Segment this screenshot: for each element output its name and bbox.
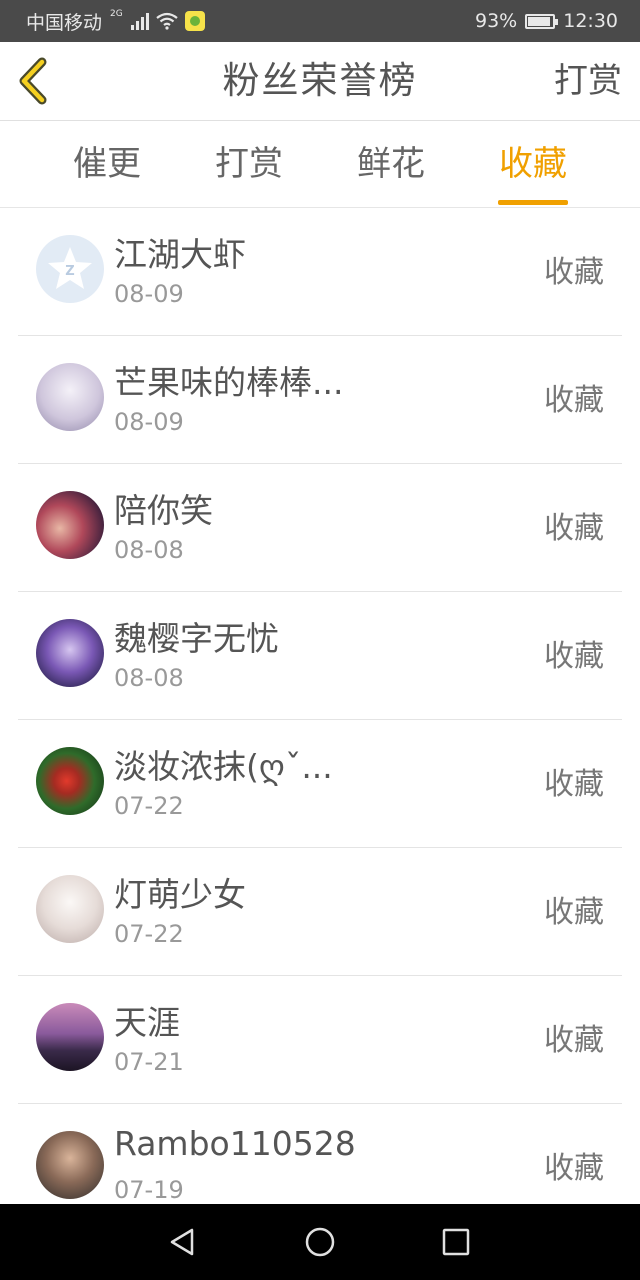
reward-button[interactable]: 打赏 xyxy=(554,42,622,120)
fan-action: 收藏 xyxy=(544,383,604,418)
circle-home-icon[interactable] xyxy=(304,1226,336,1258)
tab-label: 催更 xyxy=(73,144,141,184)
fan-date: 07-22 xyxy=(114,920,184,948)
wifi-icon xyxy=(156,12,178,30)
fan-name: 江湖大虾 xyxy=(114,235,246,274)
list-item[interactable]: Z 江湖大虾 08-09 收藏 xyxy=(0,208,640,336)
qzone-star-icon: Z xyxy=(48,247,92,289)
tab-bar: 催更 打赏 鲜花 收藏 xyxy=(0,121,640,208)
fan-action: 收藏 xyxy=(544,255,604,290)
fan-list: Z 江湖大虾 08-09 收藏 芒果味的棒棒... 08-09 收藏 陪你笑 0… xyxy=(0,208,640,1232)
clock: 12:30 xyxy=(563,10,618,32)
list-item[interactable]: 魏樱字无忧 08-08 收藏 xyxy=(0,592,640,720)
notification-app-icon xyxy=(184,11,205,31)
fan-action: 收藏 xyxy=(544,511,604,546)
avatar: Z xyxy=(36,235,104,303)
fan-date: 08-09 xyxy=(114,280,184,308)
signal-icon xyxy=(130,12,149,30)
triangle-back-icon[interactable] xyxy=(166,1226,198,1258)
battery-level xyxy=(528,16,551,26)
fan-action: 收藏 xyxy=(544,767,604,802)
fan-action: 收藏 xyxy=(544,639,604,674)
fan-name: 芒果味的棒棒... xyxy=(114,363,344,402)
fan-name: 陪你笑 xyxy=(114,491,213,530)
fan-date: 07-19 xyxy=(114,1176,184,1204)
fan-name: 灯萌少女 xyxy=(114,875,246,914)
system-nav-bar xyxy=(0,1204,640,1280)
fan-name: 魏樱字无忧 xyxy=(114,619,279,658)
list-item[interactable]: 灯萌少女 07-22 收藏 xyxy=(0,848,640,976)
app-header: 粉丝荣誉榜 打赏 xyxy=(0,42,640,121)
battery-icon xyxy=(525,13,559,29)
tab-label: 打赏 xyxy=(215,144,283,184)
fan-date: 08-08 xyxy=(114,664,184,692)
avatar xyxy=(36,1003,104,1071)
carrier-label: 中国移动 xyxy=(26,11,103,34)
page-title: 粉丝荣誉榜 xyxy=(222,59,418,102)
fan-date: 07-21 xyxy=(114,1048,184,1076)
avatar xyxy=(36,363,104,431)
avatar xyxy=(36,875,104,943)
list-item[interactable]: 天涯 07-21 收藏 xyxy=(0,976,640,1104)
fan-action: 收藏 xyxy=(544,1023,604,1058)
tab-reward[interactable]: 打赏 xyxy=(178,121,320,207)
fan-date: 07-22 xyxy=(114,792,184,820)
square-recent-icon[interactable] xyxy=(440,1226,472,1258)
fan-action: 收藏 xyxy=(544,1151,604,1186)
tab-favorites[interactable]: 收藏 xyxy=(462,121,604,207)
network-type: 2G xyxy=(110,9,123,19)
list-item[interactable]: 陪你笑 08-08 收藏 xyxy=(0,464,640,592)
active-tab-indicator xyxy=(498,200,568,205)
fan-name: 天涯 xyxy=(114,1003,180,1042)
status-right: 93% 12:30 xyxy=(475,0,618,42)
list-item[interactable]: 芒果味的棒棒... 08-09 收藏 xyxy=(0,336,640,464)
tab-label: 收藏 xyxy=(499,144,567,184)
list-item[interactable]: 淡妆浓抹(ღˇ... 07-22 收藏 xyxy=(0,720,640,848)
fan-date: 08-09 xyxy=(114,408,184,436)
tab-flowers[interactable]: 鲜花 xyxy=(320,121,462,207)
svg-text:Z: Z xyxy=(65,264,74,279)
battery-percent: 93% xyxy=(475,10,518,32)
fan-name: 淡妆浓抹(ღˇ... xyxy=(114,747,333,786)
status-bar: 中国移动 2G 93% 12:30 xyxy=(0,0,640,42)
fan-name: Rambo110528 xyxy=(114,1124,356,1163)
fan-date: 08-08 xyxy=(114,536,184,564)
avatar xyxy=(36,747,104,815)
status-left: 中国移动 2G xyxy=(26,0,205,42)
tab-urge[interactable]: 催更 xyxy=(36,121,178,207)
avatar xyxy=(36,491,104,559)
avatar xyxy=(36,619,104,687)
fan-action: 收藏 xyxy=(544,895,604,930)
tab-label: 鲜花 xyxy=(357,144,425,184)
avatar xyxy=(36,1131,104,1199)
